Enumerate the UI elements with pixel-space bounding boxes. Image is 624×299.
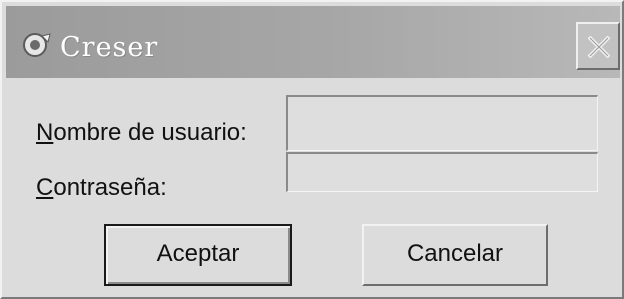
app-icon: [22, 32, 52, 58]
username-input[interactable]: [286, 95, 598, 151]
password-input[interactable]: [286, 152, 598, 192]
password-label: Contraseña:: [36, 174, 167, 202]
accept-button[interactable]: Aceptar: [104, 224, 292, 286]
username-label-text: ombre de usuario:: [53, 119, 247, 146]
password-label-mnemonic: C: [36, 174, 54, 201]
username-label-mnemonic: N: [36, 119, 54, 146]
username-label: Nombre de usuario:: [36, 119, 247, 147]
cancel-button[interactable]: Cancelar: [362, 224, 548, 286]
password-label-text: ontraseña:: [53, 174, 167, 201]
title-bar[interactable]: Creser: [6, 6, 620, 78]
window-title: Creser: [60, 32, 159, 63]
close-icon: [587, 35, 611, 59]
close-button[interactable]: [576, 22, 620, 70]
login-dialog: Creser Nombre de usuario: Contraseña: Ac…: [0, 0, 624, 299]
